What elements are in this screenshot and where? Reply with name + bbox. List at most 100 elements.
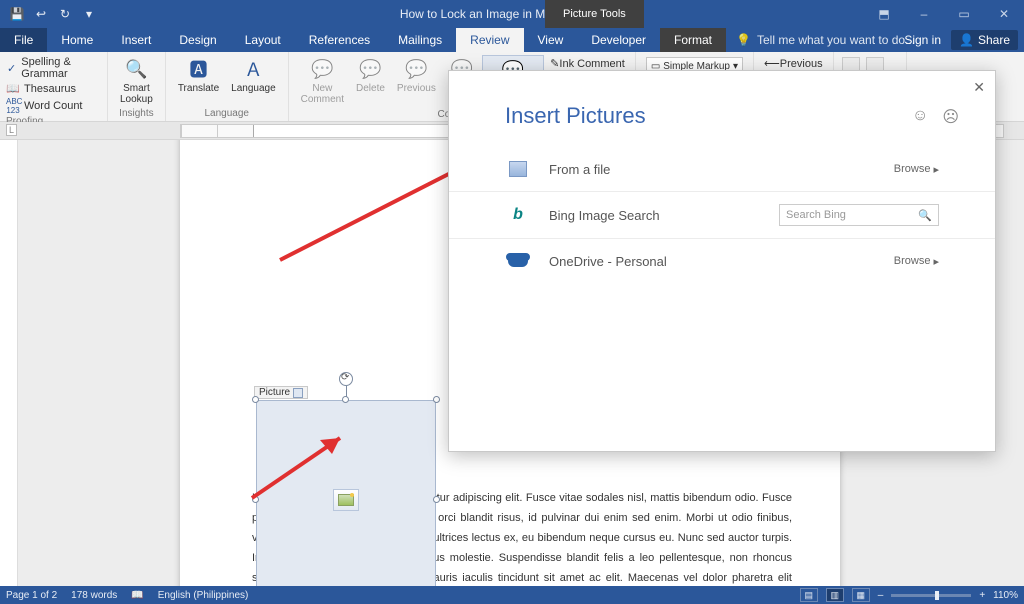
rotate-handle[interactable] — [339, 372, 353, 386]
picture-placeholder-icon — [333, 489, 359, 511]
zoom-level[interactable]: 110% — [993, 590, 1018, 601]
group-insights: 🔍 Smart Lookup Insights — [108, 52, 166, 121]
tab-home[interactable]: Home — [47, 28, 107, 52]
picture-frame[interactable] — [256, 400, 436, 586]
from-file-browse-link[interactable]: Browse▸ — [894, 163, 939, 176]
tab-references[interactable]: References — [295, 28, 384, 52]
translate-icon: 🅰︎ — [184, 57, 212, 81]
thesaurus-button[interactable]: 📖Thesaurus — [6, 81, 101, 96]
pen-icon: ✎ — [550, 58, 559, 70]
insert-pictures-dialog: ✕ ☺ ☹ Insert Pictures From a file Browse… — [448, 70, 996, 452]
language-button[interactable]: Ａ Language — [225, 55, 282, 96]
tell-me-placeholder: Tell me what you want to do... — [757, 33, 915, 47]
tab-mailings[interactable]: Mailings — [384, 28, 456, 52]
qat-customize-icon[interactable]: ▾ — [80, 5, 98, 23]
undo-icon[interactable]: ↩ — [32, 5, 50, 23]
spell-check-icon[interactable]: 📖 — [131, 590, 143, 601]
delete-comment-icon: 💬 — [356, 57, 384, 81]
group-label-language: Language — [204, 108, 249, 121]
tab-selector[interactable]: L — [6, 124, 17, 136]
dialog-close-button[interactable]: ✕ — [973, 79, 985, 96]
tab-insert[interactable]: Insert — [107, 28, 165, 52]
new-comment-button[interactable]: 💬New Comment — [295, 55, 350, 109]
from-file-label: From a file — [549, 162, 894, 177]
zoom-slider[interactable] — [891, 594, 971, 597]
close-button[interactable]: ✕ — [984, 0, 1024, 28]
sign-in-link[interactable]: Sign in — [904, 33, 941, 47]
dialog-row-onedrive[interactable]: OneDrive - Personal Browse▸ — [449, 239, 995, 283]
resize-handle-nw[interactable] — [252, 396, 259, 403]
onedrive-label: OneDrive - Personal — [549, 254, 894, 269]
previous-comment-icon: 💬 — [402, 57, 430, 81]
word-count-indicator[interactable]: 178 words — [71, 590, 117, 601]
bing-search-placeholder: Search Bing — [786, 209, 846, 221]
translate-button[interactable]: 🅰︎ Translate — [172, 55, 225, 96]
resize-handle-ne[interactable] — [433, 396, 440, 403]
resize-handle-n[interactable] — [342, 396, 349, 403]
group-label-insights: Insights — [119, 108, 153, 121]
language-icon: Ａ — [239, 57, 267, 81]
previous-comment-button[interactable]: 💬Previous — [391, 55, 442, 109]
language-indicator[interactable]: English (Philippines) — [158, 590, 249, 601]
save-icon[interactable]: 💾 — [8, 5, 26, 23]
delete-comment-button[interactable]: 💬Delete — [350, 55, 391, 109]
smart-lookup-icon: 🔍 — [122, 57, 150, 81]
previous-change-button[interactable]: ⟵Previous — [764, 57, 823, 70]
spelling-grammar-button[interactable]: ✓Spelling & Grammar — [6, 55, 101, 81]
smart-lookup-button[interactable]: 🔍 Smart Lookup — [114, 55, 159, 107]
zoom-in-button[interactable]: + — [979, 590, 985, 601]
picture-tooltip-text: Picture — [259, 387, 290, 398]
bing-label: Bing Image Search — [549, 208, 779, 223]
ink-comment-button[interactable]: ✎Ink Comment — [550, 57, 625, 70]
resize-handle-e[interactable] — [433, 496, 440, 503]
onedrive-browse-link[interactable]: Browse▸ — [894, 255, 939, 268]
share-icon: 👤 — [959, 33, 974, 47]
read-mode-button[interactable]: ▤ — [800, 588, 818, 602]
chevron-right-icon: ▸ — [933, 255, 939, 268]
quick-access-toolbar: 💾 ↩ ↻ ▾ — [0, 5, 98, 23]
ribbon-tabs: File Home Insert Design Layout Reference… — [0, 28, 1024, 52]
tab-view[interactable]: View — [524, 28, 578, 52]
word-count-icon: ABC123 — [6, 97, 20, 115]
anchor-icon — [293, 388, 303, 398]
group-proofing: ✓Spelling & Grammar 📖Thesaurus ABC123Wor… — [0, 52, 108, 121]
resize-handle-w[interactable] — [252, 496, 259, 503]
smile-icon[interactable]: ☺ — [912, 107, 928, 127]
dialog-row-from-file[interactable]: From a file Browse▸ — [449, 147, 995, 192]
lightbulb-icon: 💡 — [736, 33, 751, 47]
tab-design[interactable]: Design — [165, 28, 230, 52]
onedrive-icon — [505, 251, 531, 271]
tab-format[interactable]: Format — [660, 28, 726, 52]
search-icon: 🔍 — [918, 209, 932, 222]
ribbon-display-options-icon[interactable]: ⬒ — [864, 0, 904, 28]
contextual-tab-label: Picture Tools — [545, 0, 644, 28]
vertical-ruler[interactable] — [0, 140, 18, 586]
zoom-out-button[interactable]: – — [878, 590, 884, 601]
tab-file[interactable]: File — [0, 28, 47, 52]
maximize-button[interactable]: ▭ — [944, 0, 984, 28]
print-layout-button[interactable]: ▥ — [826, 588, 844, 602]
minimize-button[interactable]: – — [904, 0, 944, 28]
tab-layout[interactable]: Layout — [231, 28, 295, 52]
picture-placeholder[interactable]: Picture — [256, 400, 436, 586]
tell-me-box[interactable]: 💡 Tell me what you want to do... — [726, 28, 915, 52]
page-indicator[interactable]: Page 1 of 2 — [6, 590, 57, 601]
zoom-thumb[interactable] — [935, 591, 939, 600]
picture-tooltip: Picture — [254, 386, 308, 399]
bing-search-input[interactable]: Search Bing 🔍 — [779, 204, 939, 226]
redo-icon[interactable]: ↻ — [56, 5, 74, 23]
web-layout-button[interactable]: ▦ — [852, 588, 870, 602]
status-bar: Page 1 of 2 178 words 📖 English (Philipp… — [0, 586, 1024, 604]
file-browse-icon — [505, 159, 531, 179]
tab-developer[interactable]: Developer — [577, 28, 660, 52]
frown-icon[interactable]: ☹ — [942, 107, 959, 127]
spelling-icon: ✓ — [6, 62, 17, 75]
share-label: Share — [978, 33, 1010, 47]
group-language: 🅰︎ Translate Ａ Language Language — [166, 52, 289, 121]
new-comment-icon: 💬 — [308, 57, 336, 81]
share-button[interactable]: 👤 Share — [951, 30, 1018, 50]
tab-review[interactable]: Review — [456, 28, 523, 52]
word-count-button[interactable]: ABC123Word Count — [6, 96, 101, 116]
feedback-icons: ☺ ☹ — [912, 107, 959, 127]
dialog-row-bing[interactable]: b Bing Image Search Search Bing 🔍 — [449, 192, 995, 239]
